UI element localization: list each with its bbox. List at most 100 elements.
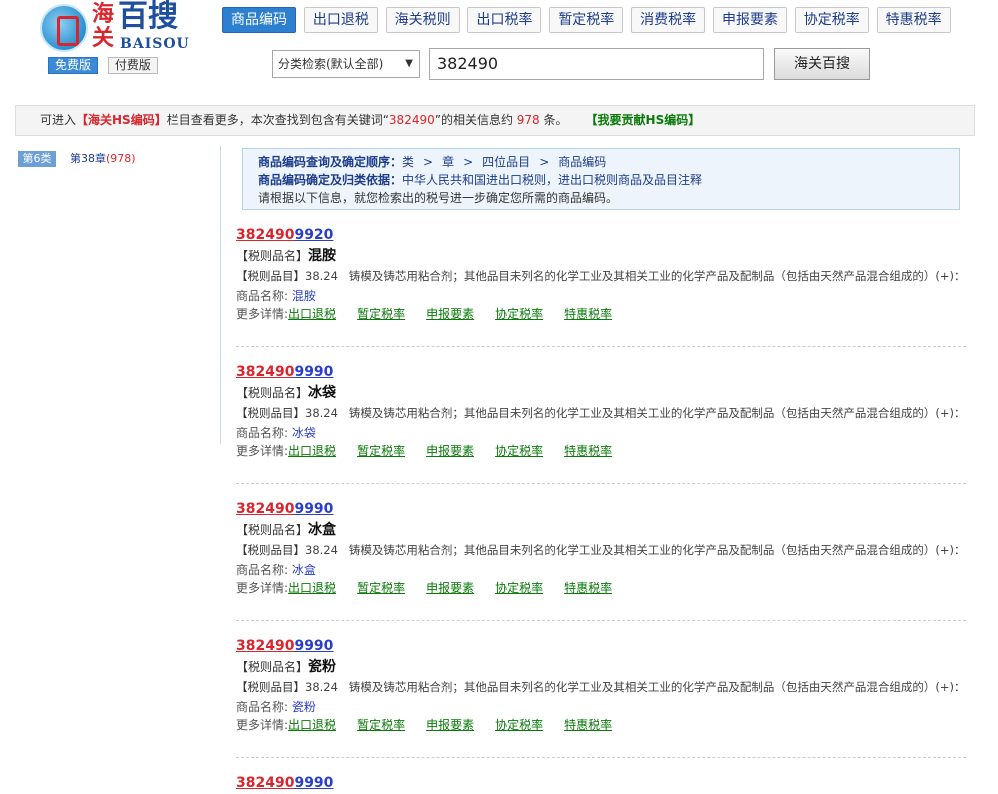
- guide-step: 章: [442, 155, 455, 169]
- nav-customs-tariff[interactable]: 海关税则: [385, 7, 460, 33]
- heading-code: 38.24: [305, 406, 338, 420]
- guide-note: 请根据以下信息，就您检索出的税号进一步确定您所需的商品编码。: [258, 191, 619, 205]
- link-agreement-rate[interactable]: 协定税率: [495, 718, 543, 732]
- heading-code: 38.24: [305, 680, 338, 694]
- chapter-link[interactable]: 第38章(978): [70, 150, 136, 166]
- chapter-label: 第38章: [70, 152, 106, 165]
- product-label: 商品名称:: [236, 426, 289, 440]
- free-version-button[interactable]: 免费版: [48, 57, 99, 74]
- product-name: 冰盒: [291, 563, 316, 577]
- tariff-item-label: 【税则品目】: [236, 406, 305, 420]
- hs-code-link[interactable]: 3824909990: [236, 774, 966, 792]
- category-badge[interactable]: 第6类: [18, 151, 56, 167]
- guide-basis-text: 中华人民共和国进出口税则，进出口税则商品及品目注释: [402, 173, 703, 187]
- code-suffix: 9920: [294, 227, 334, 243]
- product-label: 商品名称:: [236, 563, 289, 577]
- search-button[interactable]: 海关百搜: [774, 48, 870, 80]
- result-item: 3824909920 【税则品名】混胺 【税则品目】38.24 铸模及铸芯用粘合…: [236, 226, 966, 363]
- link-preferential-rate[interactable]: 特惠税率: [564, 581, 612, 595]
- heading-text: 铸模及铸芯用粘合剂；其他品目未列名的化学工业及其相关工业的化学产品及配制品（包括…: [348, 406, 966, 420]
- more-label: 更多详情:: [236, 307, 289, 321]
- result-info-bar: 可进入【海关HS编码】栏目查看更多，本次查找到包含有关键词“382490”的相关…: [15, 105, 975, 136]
- guide-order-label: 商品编码查询及确定顺序：: [258, 155, 403, 169]
- link-declaration-elements[interactable]: 申报要素: [426, 718, 474, 732]
- product-name: 混胺: [291, 289, 316, 303]
- link-export-rebate[interactable]: 出口退税: [288, 581, 336, 595]
- version-switch: 免费版 付费版: [48, 57, 164, 74]
- nav-agreement-rate[interactable]: 协定税率: [794, 7, 869, 33]
- link-export-rebate[interactable]: 出口退税: [288, 307, 336, 321]
- info-middle2: ”的相关信息约: [434, 113, 513, 127]
- category-select-value: 分类检索(默认全部): [278, 57, 384, 71]
- hs-code-link[interactable]: 【海关HS编码】: [76, 113, 167, 127]
- info-suffix: 条。: [543, 113, 568, 127]
- link-preferential-rate[interactable]: 特惠税率: [564, 718, 612, 732]
- link-provisional-rate[interactable]: 暂定税率: [357, 444, 405, 458]
- result-divider: [236, 346, 966, 347]
- product-label: 商品名称:: [236, 700, 289, 714]
- logo-text-en: BAISOU: [120, 36, 190, 52]
- guide-step: 类: [402, 155, 415, 169]
- heading-code: 38.24: [305, 269, 338, 283]
- tariff-name: 瓷粉: [308, 659, 337, 675]
- info-keyword: 382490: [388, 113, 435, 127]
- link-provisional-rate[interactable]: 暂定税率: [357, 718, 405, 732]
- nav-preferential-rate[interactable]: 特惠税率: [876, 7, 951, 33]
- link-provisional-rate[interactable]: 暂定税率: [357, 581, 405, 595]
- nav-export-tax-rate[interactable]: 出口税率: [467, 7, 542, 33]
- link-agreement-rate[interactable]: 协定税率: [495, 581, 543, 595]
- logo-seal-icon: [40, 4, 88, 52]
- code-suffix: 9990: [294, 775, 334, 791]
- code-prefix: 382490: [236, 364, 295, 380]
- link-declaration-elements[interactable]: 申报要素: [426, 444, 474, 458]
- nav-provisional-rate[interactable]: 暂定税率: [549, 7, 624, 33]
- result-item: 3824909990 【税则品名】冰袋 【税则品目】38.24 铸模及铸芯用粘合…: [236, 363, 966, 500]
- hs-code-link[interactable]: 3824909920: [236, 226, 966, 244]
- code-prefix: 382490: [236, 638, 295, 654]
- link-preferential-rate[interactable]: 特惠税率: [564, 444, 612, 458]
- nav-commodity-code[interactable]: 商品编码: [222, 7, 296, 33]
- nav-consumption-tax[interactable]: 消费税率: [631, 7, 706, 33]
- tariff-name-label: 【税则品名】: [236, 523, 309, 537]
- more-label: 更多详情:: [236, 444, 289, 458]
- nav-export-rebate[interactable]: 出口退税: [303, 7, 378, 33]
- guide-step: 商品编码: [558, 155, 607, 169]
- site-logo[interactable]: 海关 百搜 BAISOU: [38, 0, 198, 56]
- code-prefix: 382490: [236, 227, 295, 243]
- tariff-name: 冰袋: [308, 385, 337, 401]
- link-declaration-elements[interactable]: 申报要素: [426, 307, 474, 321]
- tariff-item-label: 【税则品目】: [236, 680, 305, 694]
- category-select[interactable]: 分类检索(默认全部) ▼: [272, 50, 420, 78]
- result-item: 3824909990 【税则品名】瓷粉 【税则品目】38.24 铸模及铸芯用粘合…: [236, 637, 966, 774]
- code-suffix: 9990: [294, 501, 334, 517]
- tariff-name-label: 【税则品名】: [236, 660, 309, 674]
- link-agreement-rate[interactable]: 协定税率: [495, 444, 543, 458]
- link-preferential-rate[interactable]: 特惠税率: [564, 307, 612, 321]
- guide-step: 四位品目: [482, 155, 531, 169]
- hs-code-link[interactable]: 3824909990: [236, 363, 966, 381]
- link-declaration-elements[interactable]: 申报要素: [426, 581, 474, 595]
- heading-text: 铸模及铸芯用粘合剂；其他品目未列名的化学工业及其相关工业的化学产品及配制品（包括…: [348, 680, 966, 694]
- chapter-count: (978): [106, 152, 136, 165]
- link-agreement-rate[interactable]: 协定税率: [495, 307, 543, 321]
- logo-text-baisou: 百搜: [118, 0, 178, 34]
- contribute-hs-link[interactable]: 【我要贡献HS编码】: [592, 113, 701, 127]
- link-provisional-rate[interactable]: 暂定税率: [357, 307, 405, 321]
- nav-declaration-elements[interactable]: 申报要素: [712, 7, 787, 33]
- result-item: 3824909990 【税则品名】冰盒 【税则品目】38.24 铸模及铸芯用粘合…: [236, 500, 966, 637]
- hs-code-link[interactable]: 3824909990: [236, 500, 966, 518]
- top-navigation: 商品编码 出口退税 海关税则 出口税率 暂定税率 消费税率 申报要素 协定税率 …: [222, 7, 955, 33]
- more-label: 更多详情:: [236, 718, 289, 732]
- code-prefix: 382490: [236, 501, 295, 517]
- more-label: 更多详情:: [236, 581, 289, 595]
- paid-version-button[interactable]: 付费版: [107, 57, 158, 74]
- tariff-item-label: 【税则品目】: [236, 269, 305, 283]
- tariff-item-label: 【税则品目】: [236, 543, 305, 557]
- heading-code: 38.24: [305, 543, 338, 557]
- hs-code-link[interactable]: 3824909990: [236, 637, 966, 655]
- link-export-rebate[interactable]: 出口退税: [288, 444, 336, 458]
- search-input[interactable]: 382490: [429, 48, 764, 80]
- code-suffix: 9990: [294, 638, 334, 654]
- logo-text-haiguan: 海关: [92, 1, 115, 51]
- link-export-rebate[interactable]: 出口退税: [288, 718, 336, 732]
